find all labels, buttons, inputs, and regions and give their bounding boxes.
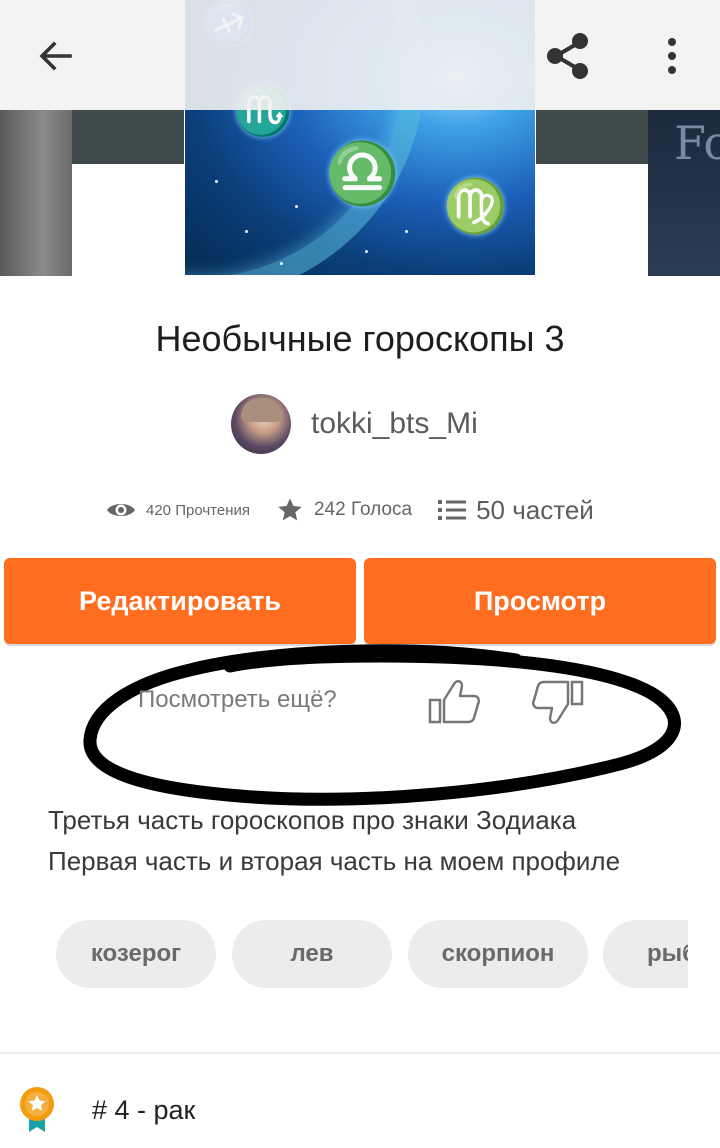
eye-icon: [107, 504, 135, 516]
share-icon: [547, 33, 588, 79]
view-button[interactable]: Просмотр: [364, 558, 716, 644]
story-stats: 420 Прочтения 242 Голоса 50 частей: [106, 490, 620, 530]
top-toolbar: [0, 0, 720, 110]
share-button[interactable]: [534, 22, 602, 90]
ink-annotation-loop: [83, 644, 681, 806]
parts-stat[interactable]: 50 частей: [438, 495, 594, 526]
star-icon: [278, 498, 302, 521]
tag-chip[interactable]: лев: [232, 920, 392, 988]
cover-glyph-libra: ♎: [325, 139, 400, 209]
tag-chip[interactable]: козерог: [56, 920, 216, 988]
more-options-button[interactable]: [638, 22, 706, 90]
description-line-2: Первая часть и вторая часть на моем проф…: [48, 846, 621, 876]
description-line-1: Третья часть гороскопов про знаки Зодиак…: [48, 805, 577, 835]
previous-cover-top: [72, 110, 184, 164]
next-cover[interactable]: Fo: [648, 110, 720, 276]
dislike-button[interactable]: [528, 672, 588, 732]
parts-count[interactable]: 50 частей: [476, 495, 594, 526]
author-row[interactable]: tokki_bts_Mi: [231, 393, 478, 455]
reads-count: 420 Прочтения: [146, 501, 250, 519]
thumb-down-icon: [531, 680, 584, 724]
award-badge-icon: [20, 1087, 54, 1132]
tag-list[interactable]: козерог лев скорпион рыбы: [0, 920, 688, 990]
author-name[interactable]: tokki_bts_Mi: [311, 407, 478, 441]
next-cover-top: [536, 110, 648, 164]
thumb-up-icon: [428, 680, 481, 724]
like-button[interactable]: [424, 672, 484, 732]
arrow-left-icon: [39, 41, 72, 71]
tag-chip[interactable]: скорпион: [408, 920, 588, 988]
previous-cover[interactable]: [0, 110, 72, 276]
votes-stat: 242 Голоса: [276, 496, 412, 524]
votes-count: 242 Голоса: [313, 499, 413, 520]
tag-chip[interactable]: рыбы: [603, 920, 688, 988]
cover-glyph-virgo: ♍: [443, 177, 508, 237]
list-icon: [438, 500, 467, 520]
reads-stat: 420 Прочтения: [106, 500, 250, 520]
back-button[interactable]: [22, 22, 90, 90]
ranking-label[interactable]: # 4 - рак: [92, 1095, 195, 1126]
recommend-question: Посмотреть ещё?: [138, 686, 337, 713]
story-title: Необычные гороскопы 3: [155, 318, 565, 359]
more-vertical-icon: [668, 38, 676, 74]
avatar[interactable]: [231, 394, 291, 454]
ranking-row[interactable]: # 4 - рак: [18, 1084, 195, 1136]
edit-button[interactable]: Редактировать: [4, 558, 356, 644]
story-description: Третья часть гороскопов про знаки Зодиак…: [48, 800, 620, 882]
divider: [0, 1052, 720, 1054]
